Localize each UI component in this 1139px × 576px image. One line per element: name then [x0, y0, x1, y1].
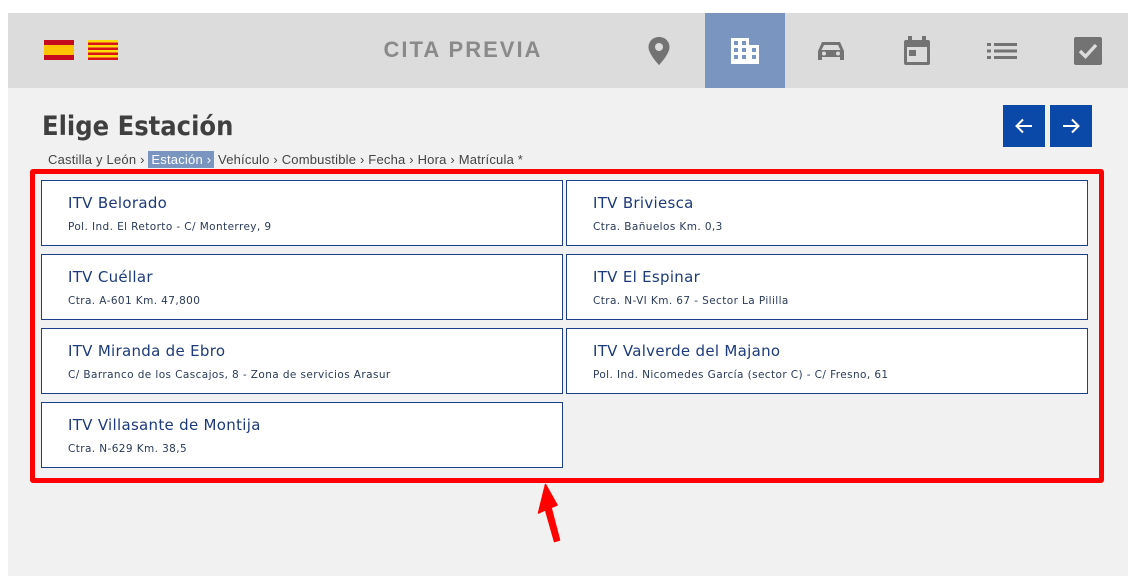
- breadcrumb-vehicle: Vehículo ›: [218, 152, 278, 167]
- station-address: Pol. Ind. Nicomedes García (sector C) - …: [593, 369, 889, 381]
- station-address: Ctra. Bañuelos Km. 0,3: [593, 221, 723, 233]
- step-date[interactable]: [877, 13, 957, 88]
- list-icon: [987, 42, 1017, 59]
- red-arrow-icon: [537, 483, 561, 543]
- step-location[interactable]: [619, 13, 699, 88]
- breadcrumb-region[interactable]: Castilla y León ›: [48, 152, 145, 167]
- building-icon: [731, 37, 759, 64]
- station-name: ITV Belorado: [68, 194, 168, 212]
- station-address: Pol. Ind. El Retorto - C/ Monterrey, 9: [68, 221, 272, 233]
- app-title: CITA PREVIA: [383, 37, 543, 62]
- station-name: ITV Cuéllar: [68, 268, 153, 286]
- step-confirm[interactable]: [1048, 13, 1128, 88]
- station-name: ITV Villasante de Montija: [68, 416, 261, 434]
- breadcrumb-plate: Matrícula *: [458, 152, 524, 167]
- station-name: ITV Valverde del Majano: [593, 342, 781, 360]
- prev-button[interactable]: [1003, 105, 1045, 147]
- station-name: ITV El Espinar: [593, 268, 701, 286]
- next-button[interactable]: [1050, 105, 1092, 147]
- station-card-cuellar[interactable]: ITV Cuéllar Ctra. A-601 Km. 47,800: [41, 254, 563, 320]
- top-bar: CITA PREVIA: [8, 13, 1128, 88]
- station-name: ITV Briviesca: [593, 194, 694, 212]
- location-pin-icon: [648, 36, 670, 65]
- breadcrumb-time: Hora ›: [417, 152, 455, 167]
- checkbox-icon: [1074, 36, 1102, 65]
- breadcrumb: Castilla y León › Estación › Vehículo › …: [48, 151, 523, 168]
- station-card-miranda-de-ebro[interactable]: ITV Miranda de Ebro C/ Barranco de los C…: [41, 328, 563, 394]
- station-address: Ctra. N-VI Km. 67 - Sector La Pililla: [593, 295, 789, 307]
- page-title: Elige Estación: [42, 111, 234, 142]
- breadcrumb-station: Estación ›: [148, 151, 215, 168]
- station-card-belorado[interactable]: ITV Belorado Pol. Ind. El Retorto - C/ M…: [41, 180, 563, 246]
- station-address: Ctra. N-629 Km. 38,5: [68, 443, 188, 455]
- flag-catalonia-icon[interactable]: [88, 40, 118, 60]
- page: CITA PREVIA Elige Estación Castilla y Le…: [8, 13, 1128, 576]
- station-card-villasante-de-montija[interactable]: ITV Villasante de Montija Ctra. N-629 Km…: [41, 402, 563, 468]
- flag-spain-icon[interactable]: [44, 40, 74, 60]
- arrow-right-icon: [1063, 118, 1080, 134]
- breadcrumb-fuel: Combustible ›: [281, 152, 365, 167]
- step-time[interactable]: [962, 13, 1042, 88]
- step-station[interactable]: [705, 13, 785, 88]
- car-icon: [818, 41, 844, 60]
- station-card-briviesca[interactable]: ITV Briviesca Ctra. Bañuelos Km. 0,3: [566, 180, 1088, 246]
- step-vehicle[interactable]: [791, 13, 871, 88]
- station-name: ITV Miranda de Ebro: [68, 342, 226, 360]
- station-address: Ctra. A-601 Km. 47,800: [68, 295, 201, 307]
- station-address: C/ Barranco de los Cascajos, 8 - Zona de…: [68, 369, 391, 381]
- breadcrumb-date: Fecha ›: [368, 152, 414, 167]
- station-card-el-espinar[interactable]: ITV El Espinar Ctra. N-VI Km. 67 - Secto…: [566, 254, 1088, 320]
- arrow-left-icon: [1015, 118, 1032, 134]
- station-card-valverde-del-majano[interactable]: ITV Valverde del Majano Pol. Ind. Nicome…: [566, 328, 1088, 394]
- calendar-icon: [904, 35, 930, 65]
